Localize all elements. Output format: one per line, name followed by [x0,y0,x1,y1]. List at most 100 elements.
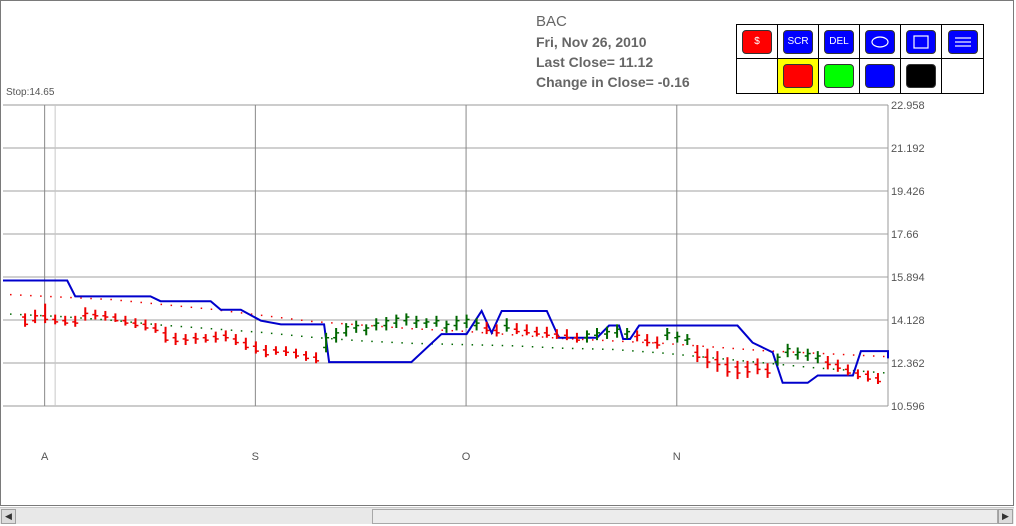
y-tick-label: 21.192 [891,143,925,155]
chart-grid [3,104,889,407]
lower-band-dot [260,331,263,334]
upper-band-dot [301,319,303,321]
upper-band-dot [822,352,825,355]
ohlc-bar [694,345,701,363]
lower-band-dot [441,343,443,345]
upper-band-dot [852,354,855,356]
lower-band-dot [20,313,22,316]
scroll-left-arrow-icon[interactable]: ◀ [1,509,16,524]
horizontal-scrollbar[interactable]: ◀ ▶ [0,507,1014,524]
lower-band-dot [682,354,684,356]
lower-band-dot [100,318,102,321]
lower-band-dot [120,320,122,322]
lower-band-dot [240,330,243,332]
lower-band-dot [571,347,574,350]
lower-band-dot [622,349,624,351]
scrollbar-thumb[interactable] [372,509,998,524]
ohlc-bar [252,341,259,354]
lower-band-dot [140,322,142,324]
lower-band-dot [70,316,72,319]
ohlc-bar [212,331,219,343]
upper-band-dot [722,346,724,349]
lower-band-dot [170,325,173,327]
ohlc-bar [814,351,821,364]
stop-line [3,279,889,384]
ohlc-bar [674,331,681,343]
upper-band-dot [531,335,534,338]
ohlc-bar [222,330,229,342]
ohlc-bar [533,326,540,337]
upper-band-dot [812,352,815,354]
upper-band-dot [260,314,263,317]
upper-band-dot [672,343,674,345]
lower-band-dot [50,315,52,317]
y-tick-label: 10.596 [891,401,925,413]
chart-axis-labels: 22.958 21.192 19.426 17.66 15.894 14.128 12.36… [41,100,925,463]
upper-band-dot [120,299,122,302]
lower-band-dot [702,356,704,358]
lower-band-dot [411,342,413,345]
upper-band-dot [90,297,92,300]
upper-band-dot [401,327,403,329]
upper-band-dot [100,298,102,300]
upper-band-dot [20,294,22,296]
upper-band-dot [311,320,313,323]
lower-band-dot [60,315,62,318]
ohlc-bar [583,330,590,343]
upper-band-dot [240,312,243,314]
y-tick-label: 22.958 [891,100,925,112]
lower-band-dot [612,348,614,351]
ohlc-bar [313,352,320,364]
lower-band-dot [90,318,92,320]
upper-band-dot [762,349,765,352]
ohlc-bar [343,323,350,337]
ohlc-bar [844,364,851,376]
y-tick-label: 17.66 [891,229,919,241]
ohlc-bar [393,314,400,328]
upper-band-dot [682,344,684,346]
lower-band-dot [130,321,132,323]
lower-band-dot [752,361,755,363]
lower-band-dot [471,344,474,346]
ohlc-bar [333,327,340,343]
lower-band-dot [270,332,273,335]
lower-band-dot [321,337,323,339]
lower-band-dot [541,346,544,348]
upper-band-dot [792,351,795,353]
ohlc-bar [32,309,39,324]
upper-band-dot [622,340,624,343]
lower-band-dot [30,314,32,316]
upper-band-dot [421,328,423,330]
lower-band-dot [210,327,213,330]
x-month-label: S [252,451,259,463]
lower-band-dot [722,358,724,360]
lower-band-dot [501,344,504,347]
lower-band-dot [742,360,745,362]
upper-band-dot [60,296,62,298]
price-chart[interactable]: 22.958 21.192 19.426 17.66 15.894 14.128 12.36… [0,0,1016,506]
lower-band-dot [712,357,714,359]
ohlc-bar [303,351,310,361]
ohlc-bar [874,373,881,384]
ohlc-bar [112,313,119,322]
ohlc-bar [704,348,711,369]
lower-band-dot [862,370,865,373]
ohlc-bar [162,326,169,343]
upper-band-dot [612,340,614,342]
upper-band-dot [742,348,745,350]
upper-band-dot [80,297,82,299]
upper-band-dot [692,344,694,347]
lower-band-dot [481,344,484,346]
lower-band-dot [632,350,634,352]
scroll-right-arrow-icon[interactable]: ▶ [998,509,1013,524]
lower-band-dot [40,314,42,317]
lower-band-dot [732,359,734,361]
lower-band-dot [822,367,825,370]
ohlc-bar [453,315,460,331]
lower-band-dot [802,365,805,368]
upper-band-dot [180,305,183,308]
upper-band-dot [521,334,524,337]
ohlc-bar [624,327,631,339]
upper-band-dot [481,331,484,334]
upper-band-dot [351,323,353,326]
